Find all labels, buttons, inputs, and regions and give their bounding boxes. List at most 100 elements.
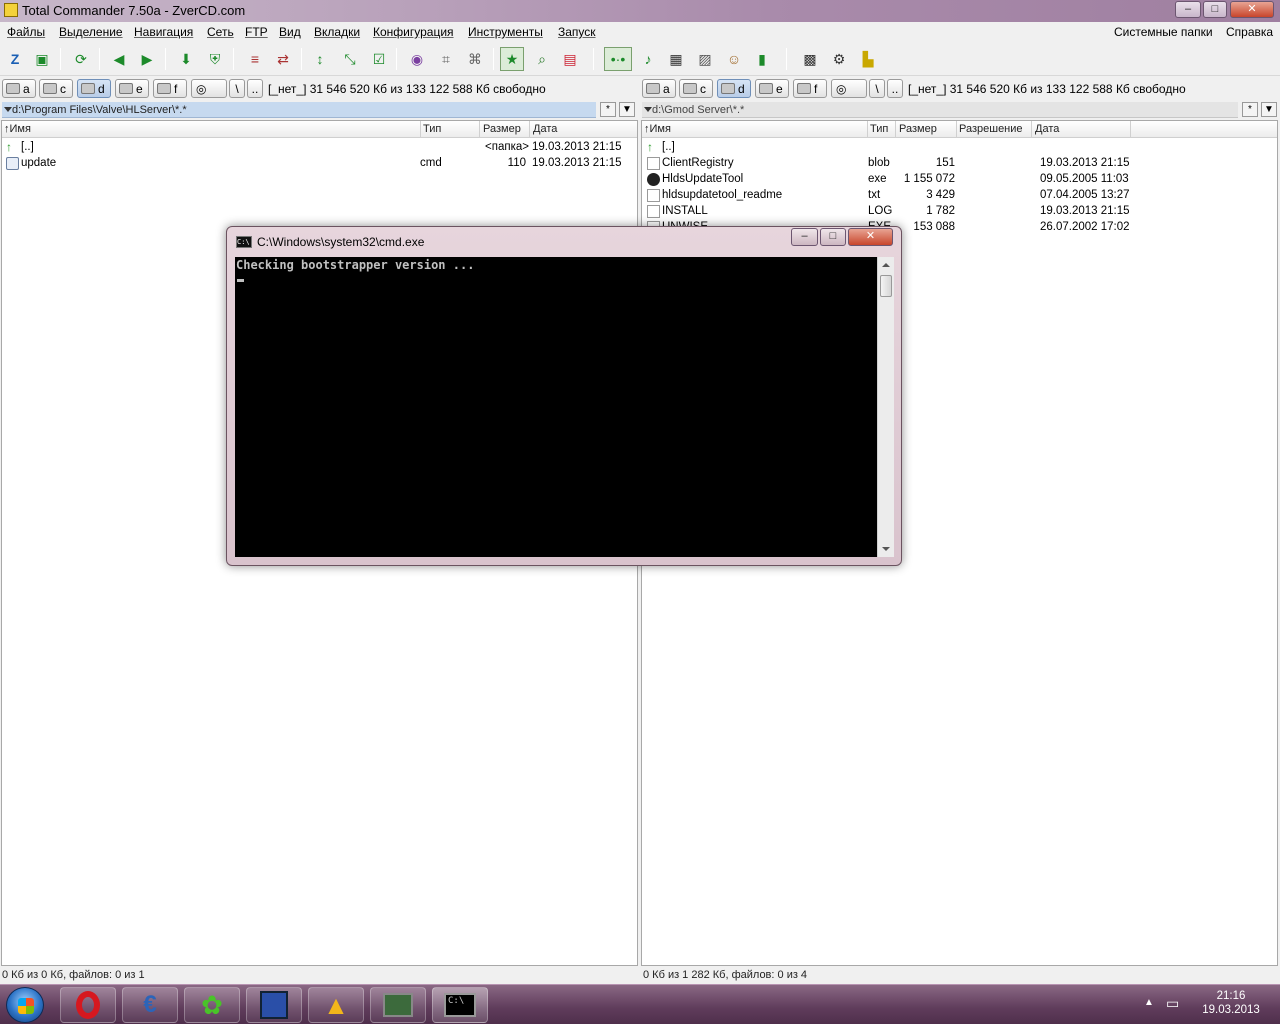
column-type[interactable]: Тип: [870, 123, 888, 135]
column-divider[interactable]: [956, 121, 957, 138]
drive-e-button[interactable]: e: [755, 79, 789, 98]
column-permissions[interactable]: Разрешение: [959, 123, 1023, 135]
column-date[interactable]: Дата: [533, 123, 557, 135]
root-button[interactable]: \: [229, 79, 245, 98]
column-divider[interactable]: [867, 121, 868, 138]
drive-c-button[interactable]: c: [679, 79, 713, 98]
drive-f-button[interactable]: f: [153, 79, 187, 98]
globe-icon[interactable]: ◉: [405, 47, 429, 71]
parent-dir-button[interactable]: ..: [247, 79, 263, 98]
drive-d-button[interactable]: d: [717, 79, 751, 98]
menu-system-folders[interactable]: Системные папки: [1114, 25, 1213, 39]
column-date[interactable]: Дата: [1035, 123, 1059, 135]
compare-icon[interactable]: ≡: [243, 47, 267, 71]
opera-icon[interactable]: [60, 987, 116, 1023]
column-divider[interactable]: [529, 121, 530, 138]
table-row[interactable]: HldsUpdateTool exe 1 155 072 09.05.2005 …: [642, 172, 1277, 188]
drive-e-button[interactable]: e: [115, 79, 149, 98]
calc-icon[interactable]: ▩: [798, 47, 822, 71]
forward-icon[interactable]: ▶: [135, 47, 159, 71]
aimp-icon[interactable]: ▲: [308, 987, 364, 1023]
network-tray-icon[interactable]: ▭: [1166, 995, 1179, 1012]
monitor-icon[interactable]: [370, 987, 426, 1023]
menu-navigation[interactable]: Навигация: [134, 25, 193, 39]
drive-f-button[interactable]: f: [793, 79, 827, 98]
right-history-button[interactable]: ▼: [1261, 102, 1277, 117]
column-size[interactable]: Размер: [899, 123, 937, 135]
column-size[interactable]: Размер: [483, 123, 521, 135]
search-icon[interactable]: ⌕: [530, 47, 554, 71]
back-icon[interactable]: ◀: [107, 47, 131, 71]
z-icon[interactable]: Z: [3, 47, 27, 71]
column-divider[interactable]: [895, 121, 896, 138]
refresh-icon[interactable]: ⟳: [69, 47, 93, 71]
column-divider[interactable]: [1130, 121, 1131, 138]
root-button[interactable]: \: [869, 79, 885, 98]
left-path-bar[interactable]: d:\Program Files\Valve\HLServer\*.*: [2, 102, 596, 118]
table-row[interactable]: update cmd 110 19.03.2013 21:15: [2, 156, 637, 172]
user-icon[interactable]: ☺: [722, 47, 746, 71]
maximize-button[interactable]: □: [1203, 1, 1227, 18]
right-filter-button[interactable]: *: [1242, 102, 1258, 117]
menu-launch[interactable]: Запуск: [558, 25, 596, 39]
cmd-maximize-button[interactable]: □: [820, 228, 846, 246]
column-name[interactable]: ↑Имя: [4, 123, 31, 135]
column-divider[interactable]: [1031, 121, 1032, 138]
column-type[interactable]: Тип: [423, 123, 441, 135]
settings-icon[interactable]: ⚙: [827, 47, 851, 71]
cmd-console[interactable]: Checking bootstrapper version ...: [235, 257, 877, 557]
table-row[interactable]: INSTALL LOG 1 782 19.03.2013 21:15: [642, 204, 1277, 220]
menu-network[interactable]: Сеть: [207, 25, 234, 39]
menu-ftp[interactable]: FTP: [245, 25, 268, 39]
archive-icon[interactable]: ▮: [750, 47, 774, 71]
unpack-icon[interactable]: ⬇: [174, 47, 198, 71]
select-icon[interactable]: ⤡: [338, 47, 362, 71]
parent-dir-button[interactable]: ..: [887, 79, 903, 98]
pack-icon[interactable]: ▣: [30, 47, 54, 71]
view-icon[interactable]: •·•: [604, 47, 632, 71]
music-icon[interactable]: ♪: [636, 47, 660, 71]
tray-expand-icon[interactable]: ▲: [1144, 997, 1154, 1008]
drive-c-button[interactable]: c: [39, 79, 73, 98]
menu-tools[interactable]: Инструменты: [468, 25, 543, 39]
start-button[interactable]: [6, 987, 44, 1023]
sort-icon[interactable]: ↕: [308, 47, 332, 71]
column-divider[interactable]: [420, 121, 421, 138]
right-path-bar[interactable]: d:\Gmod Server\*.*: [642, 102, 1238, 118]
left-filter-button[interactable]: *: [600, 102, 616, 117]
drive-d-button[interactable]: d: [77, 79, 111, 98]
column-name[interactable]: ↑Имя: [644, 123, 671, 135]
drive-a-button[interactable]: a: [2, 79, 36, 98]
shield-icon[interactable]: ⛨: [203, 47, 227, 71]
ftp-new-icon[interactable]: ⌘: [463, 47, 487, 71]
star-icon[interactable]: ★: [500, 47, 524, 71]
table-row[interactable]: ↑ [..] <папка> 19.03.2013 21:15: [2, 140, 637, 156]
chart-icon[interactable]: ▙: [856, 47, 880, 71]
icq-icon[interactable]: ✿: [184, 987, 240, 1023]
film-icon[interactable]: ▦: [664, 47, 688, 71]
table-row[interactable]: ↑ [..]: [642, 140, 1277, 156]
scroll-up-icon[interactable]: [882, 263, 890, 267]
network-drive-button[interactable]: ◎: [831, 79, 867, 98]
menu-configuration[interactable]: Конфигурация: [373, 25, 454, 39]
menu-tabs[interactable]: Вкладки: [314, 25, 360, 39]
scroll-thumb[interactable]: [880, 275, 892, 297]
title-bar[interactable]: Total Commander 7.50a - ZverCD.com – □ ✕: [0, 0, 1280, 22]
close-button[interactable]: ✕: [1230, 1, 1274, 18]
left-history-button[interactable]: ▼: [619, 102, 635, 117]
check-icon[interactable]: ☑: [367, 47, 391, 71]
cmd-close-button[interactable]: ✕: [848, 228, 893, 246]
sync-icon[interactable]: ⇄: [271, 47, 295, 71]
floppy-icon[interactable]: [246, 987, 302, 1023]
cmd-icon[interactable]: C:\: [432, 987, 488, 1023]
menu-files[interactable]: Файлы: [7, 25, 45, 39]
multirename-icon[interactable]: ▤: [558, 47, 582, 71]
menu-selection[interactable]: Выделение: [59, 25, 123, 39]
menu-help[interactable]: Справка: [1226, 25, 1273, 39]
clock[interactable]: 21:16 19.03.2013: [1192, 990, 1270, 1016]
table-row[interactable]: ClientRegistry blob 151 19.03.2013 21:15: [642, 156, 1277, 172]
cmd-window[interactable]: C:\ C:\Windows\system32\cmd.exe – □ ✕ Ch…: [226, 226, 902, 566]
cmd-scrollbar[interactable]: [877, 257, 894, 557]
ccleaner-icon[interactable]: €: [122, 987, 178, 1023]
cmd-minimize-button[interactable]: –: [791, 228, 818, 246]
